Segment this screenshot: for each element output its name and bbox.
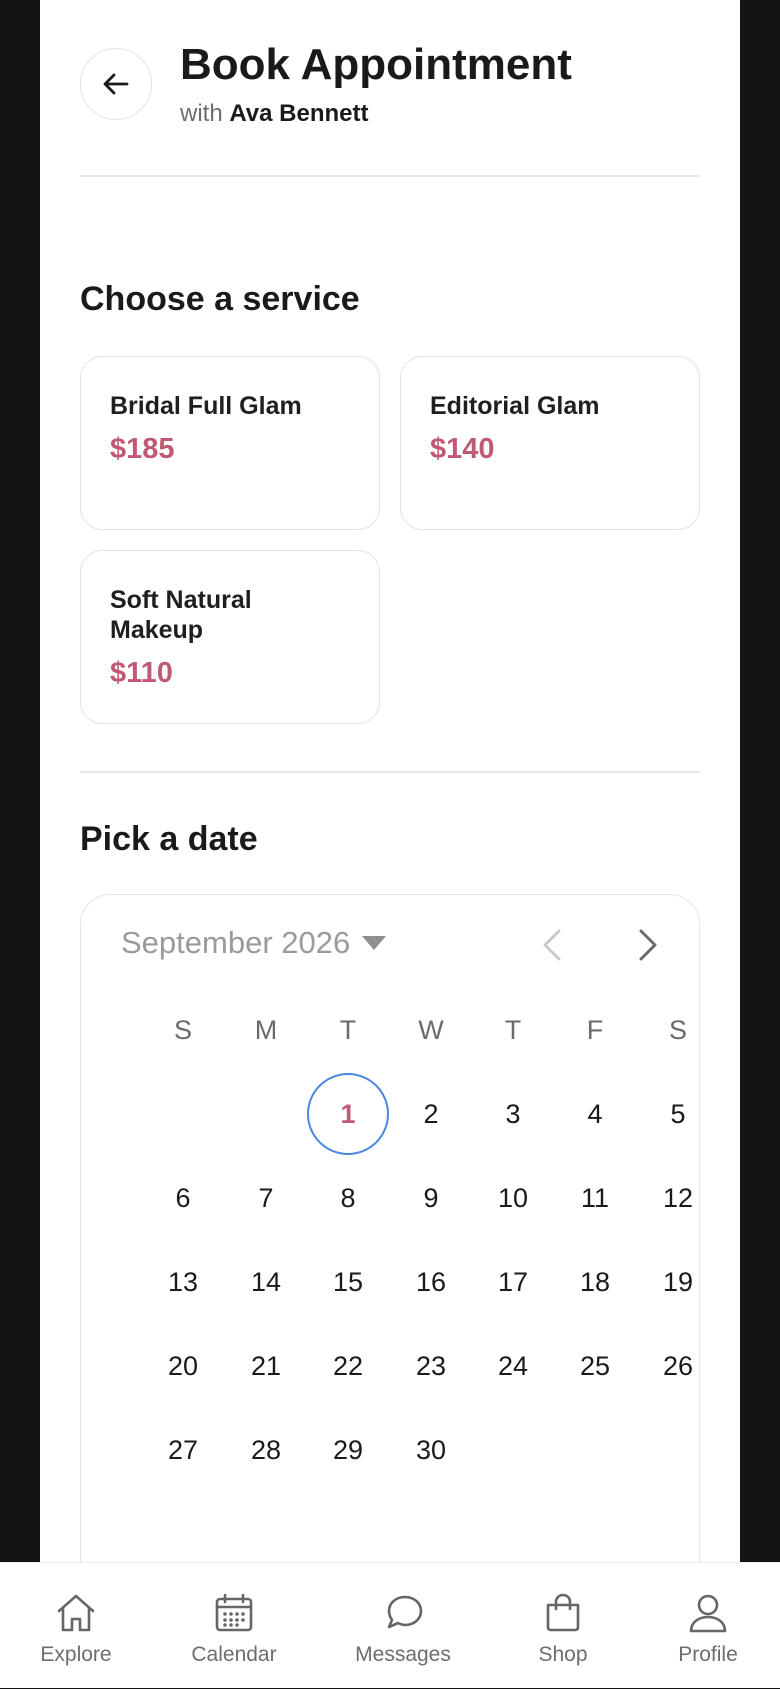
day-cell[interactable]: 17 [472,1241,554,1323]
calendar-icon [215,1593,253,1632]
day-cell[interactable]: 14 [225,1241,307,1323]
day-cell[interactable]: 11 [554,1157,636,1239]
day-cell[interactable]: 5 [637,1073,719,1155]
day-cell[interactable]: 23 [390,1325,472,1407]
tab-label: Profile [678,1643,738,1666]
artist-name: Ava Bennett [229,100,369,127]
page-title: Book Appointment [180,40,572,89]
day-cell[interactable]: 2 [390,1073,472,1155]
day-cell[interactable]: 18 [554,1241,636,1323]
service-name: Soft Natural Makeup [110,586,252,644]
booking-screen: Book Appointment with Ava Bennett Choose… [40,0,740,1688]
day-cell[interactable]: 22 [307,1325,389,1407]
service-name: Editorial Glam [430,392,600,420]
calendar-widget: September 2026 SMTWTFS 1 2 3 4 5 6 7 8 9 10 11 12 13… [80,894,700,1594]
subtitle-prefix: with [180,100,223,127]
chat-icon [387,1595,423,1629]
previous-month-button[interactable] [531,923,575,967]
caret-down-icon [362,936,387,950]
day-cell[interactable]: 7 [225,1157,307,1239]
weekday-label: F [586,1015,604,1045]
day-cell-selected[interactable]: 1 [307,1073,389,1155]
day-cell[interactable]: 10 [472,1157,554,1239]
day-cell[interactable]: 26 [637,1325,719,1407]
date-heading: Pick a date [80,820,258,858]
day-cell[interactable]: 15 [307,1241,389,1323]
tab-label: Shop [538,1643,588,1666]
tab-messages[interactable]: Messages [350,1563,456,1689]
service-price: $140 [430,433,495,465]
chevron-left-icon [543,929,561,961]
weekday-label: T [504,1015,522,1045]
chevron-right-icon [639,929,657,961]
day-cell[interactable]: 16 [390,1241,472,1323]
day-cell[interactable]: 29 [307,1409,389,1491]
tab-shop[interactable]: Shop [530,1563,596,1689]
month-label: September 2026 [121,925,351,960]
page-subtitle: with Ava Bennett [180,100,369,128]
tab-label: Calendar [191,1643,277,1666]
day-cell[interactable]: 30 [390,1409,472,1491]
tab-explore[interactable]: Explore [36,1563,116,1689]
service-name: Bridal Full Glam [110,392,302,420]
day-cell[interactable]: 3 [472,1073,554,1155]
service-card-editorial-glam[interactable]: Editorial Glam $140 [400,356,700,530]
tab-profile[interactable]: Profile [668,1563,748,1689]
day-cell[interactable]: 8 [307,1157,389,1239]
section-divider [80,771,700,773]
day-cell[interactable]: 28 [225,1409,307,1491]
day-cell[interactable]: 25 [554,1325,636,1407]
header-divider [80,175,700,177]
service-card-bridal-full-glam[interactable]: Bridal Full Glam $185 [80,356,380,530]
service-price: $110 [110,657,173,689]
day-cell[interactable]: 27 [142,1409,224,1491]
day-cell[interactable]: 13 [142,1241,224,1323]
month-selector[interactable]: September 2026 [121,925,387,961]
tab-label: Messages [355,1643,451,1666]
services-heading: Choose a service [80,280,360,318]
bottom-tab-bar: Explore Calendar Messages Shop Profile [0,1562,780,1688]
shopping-bag-icon [546,1593,580,1632]
day-cell[interactable]: 20 [142,1325,224,1407]
day-cell[interactable]: 9 [390,1157,472,1239]
weekday-label: T [339,1015,357,1045]
page-header: Book Appointment with Ava Bennett [40,0,740,178]
day-cell[interactable]: 21 [225,1325,307,1407]
back-button[interactable] [80,48,152,120]
service-card-soft-natural-makeup[interactable]: Soft Natural Makeup $110 [80,550,380,724]
weekday-label: M [254,1015,278,1045]
weekday-label: W [418,1015,444,1045]
weekday-label: S [173,1015,192,1045]
home-icon [57,1594,95,1632]
tab-calendar[interactable]: Calendar [184,1563,284,1689]
person-icon [689,1594,727,1633]
day-cell[interactable]: 24 [472,1325,554,1407]
service-price: $185 [110,433,175,465]
tab-label: Explore [40,1643,112,1666]
day-cell[interactable]: 12 [637,1157,719,1239]
arrow-left-icon [103,73,129,95]
day-cell[interactable]: 19 [637,1241,719,1323]
day-cell[interactable]: 4 [554,1073,636,1155]
next-month-button[interactable] [625,923,669,967]
day-cell[interactable]: 6 [142,1157,224,1239]
weekday-label: S [668,1015,687,1045]
